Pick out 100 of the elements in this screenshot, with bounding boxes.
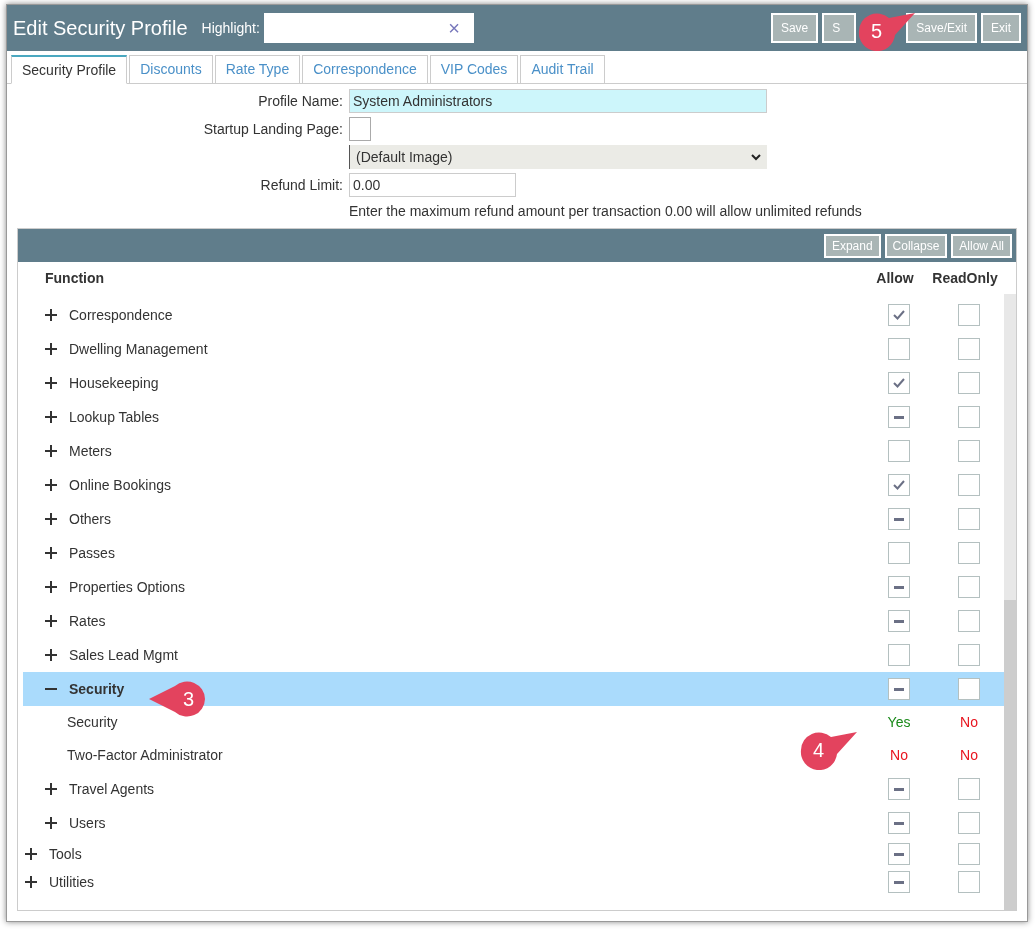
tree-row[interactable]: Tools [23,840,1004,868]
checkbox[interactable] [888,440,910,462]
checkbox[interactable] [958,778,980,800]
tab[interactable]: Correspondence [302,55,428,84]
scrollbar[interactable] [1004,294,1016,910]
tab[interactable]: Rate Type [214,55,301,84]
field-label: Refund Limit: [259,175,343,195]
tab[interactable]: VIP Codes [429,55,519,84]
checkbox[interactable] [888,508,910,530]
checkbox[interactable] [958,542,980,564]
tree-row[interactable]: Others [23,502,1004,536]
function-label: Utilities [49,872,95,892]
checkbox[interactable] [958,644,980,666]
dash-icon [894,517,904,521]
image-dropdown[interactable]: (Default Image) [349,145,767,169]
dash-icon [894,821,904,825]
tree-row[interactable]: Passes [23,536,1004,570]
tree-row[interactable]: Lookup Tables [23,400,1004,434]
tab[interactable]: Security Profile [11,55,128,84]
checkbox[interactable] [888,843,910,865]
tree-row[interactable]: Housekeeping [23,366,1004,400]
checkbox[interactable] [958,576,980,598]
checkbox[interactable] [888,406,910,428]
checkbox[interactable] [958,406,980,428]
function-label: Online Bookings [69,475,171,495]
checkbox[interactable] [958,508,980,530]
checkbox[interactable] [958,474,980,496]
dash-icon [894,787,904,791]
checkbox[interactable] [888,778,910,800]
plus-icon[interactable] [45,411,57,423]
plus-icon[interactable] [45,547,57,559]
function-label: Users [69,813,106,833]
plus-icon[interactable] [45,581,57,593]
checkbox[interactable] [958,610,980,632]
tree-row[interactable]: Utilities [23,868,1004,896]
function-label: Tools [49,844,82,864]
checkbox[interactable] [958,812,980,834]
checkbox[interactable] [888,871,910,893]
tree-row[interactable]: Meters [23,434,1004,468]
checkbox[interactable] [958,338,980,360]
tree-row[interactable]: Sales Lead Mgmt [23,638,1004,672]
function-label: Sales Lead Mgmt [69,645,178,665]
plus-icon[interactable] [45,377,57,389]
clear-button[interactable]: × [448,13,460,43]
checkbox[interactable] [958,843,980,865]
plus-icon[interactable] [45,445,57,457]
tab[interactable]: Audit Trail [520,55,605,84]
plus-icon[interactable] [45,479,57,491]
readonly-value: No [959,746,979,765]
checkbox[interactable] [349,117,371,141]
tree-row[interactable]: Dwelling Management [23,332,1004,366]
checkbox[interactable] [958,372,980,394]
plus-icon[interactable] [25,876,37,888]
profile-name-field[interactable]: System Administrators [349,89,767,113]
checkbox[interactable] [888,812,910,834]
checkbox[interactable] [958,440,980,462]
chevron-down-icon [751,153,761,161]
checkbox[interactable] [888,372,910,394]
dash-icon [894,880,904,884]
checkbox[interactable] [888,576,910,598]
function-label: Passes [69,543,115,563]
highlight-field[interactable]: × [263,13,474,43]
checkbox[interactable] [958,304,980,326]
column-header: Function [44,268,106,288]
tree-row[interactable]: Properties Options [23,570,1004,604]
checkbox[interactable] [888,678,910,700]
plus-icon[interactable] [25,848,37,860]
plus-icon[interactable] [45,309,57,321]
tree-row[interactable]: Correspondence [23,298,1004,332]
plus-icon[interactable] [45,783,57,795]
tab[interactable]: Discounts [129,55,213,84]
tree-row[interactable]: Rates [23,604,1004,638]
tree-row[interactable]: Travel Agents [23,772,1004,806]
tree-row[interactable]: Online Bookings [23,468,1004,502]
function-label: Travel Agents [69,779,155,799]
function-label: Lookup Tables [69,407,160,427]
checkbox[interactable] [958,871,980,893]
checkbox[interactable] [888,474,910,496]
check-icon [893,310,905,320]
dash-icon [894,852,904,856]
tree-row[interactable]: Users [23,806,1004,840]
function-label: Rates [69,611,106,631]
plus-icon[interactable] [45,615,57,627]
hint-text: Enter the maximum refund amount per transaction 0.00 will allow unlimited refunds [349,202,863,221]
checkbox[interactable] [888,644,910,666]
checkbox[interactable] [888,338,910,360]
plus-icon[interactable] [45,513,57,525]
highlight-label: Highlight: [201,18,260,38]
field-label: Startup Landing Page: [202,119,343,139]
plus-icon[interactable] [45,343,57,355]
function-label: Dwelling Management [69,339,208,359]
checkbox[interactable] [888,304,910,326]
refund-limit-field[interactable]: 0.00 [349,173,516,197]
checkbox[interactable] [958,678,980,700]
checkbox[interactable] [888,542,910,564]
checkbox[interactable] [888,610,910,632]
plus-icon[interactable] [45,817,57,829]
field-label: Profile Name: [257,91,343,111]
allow-value: No [889,746,909,765]
plus-icon[interactable] [45,649,57,661]
